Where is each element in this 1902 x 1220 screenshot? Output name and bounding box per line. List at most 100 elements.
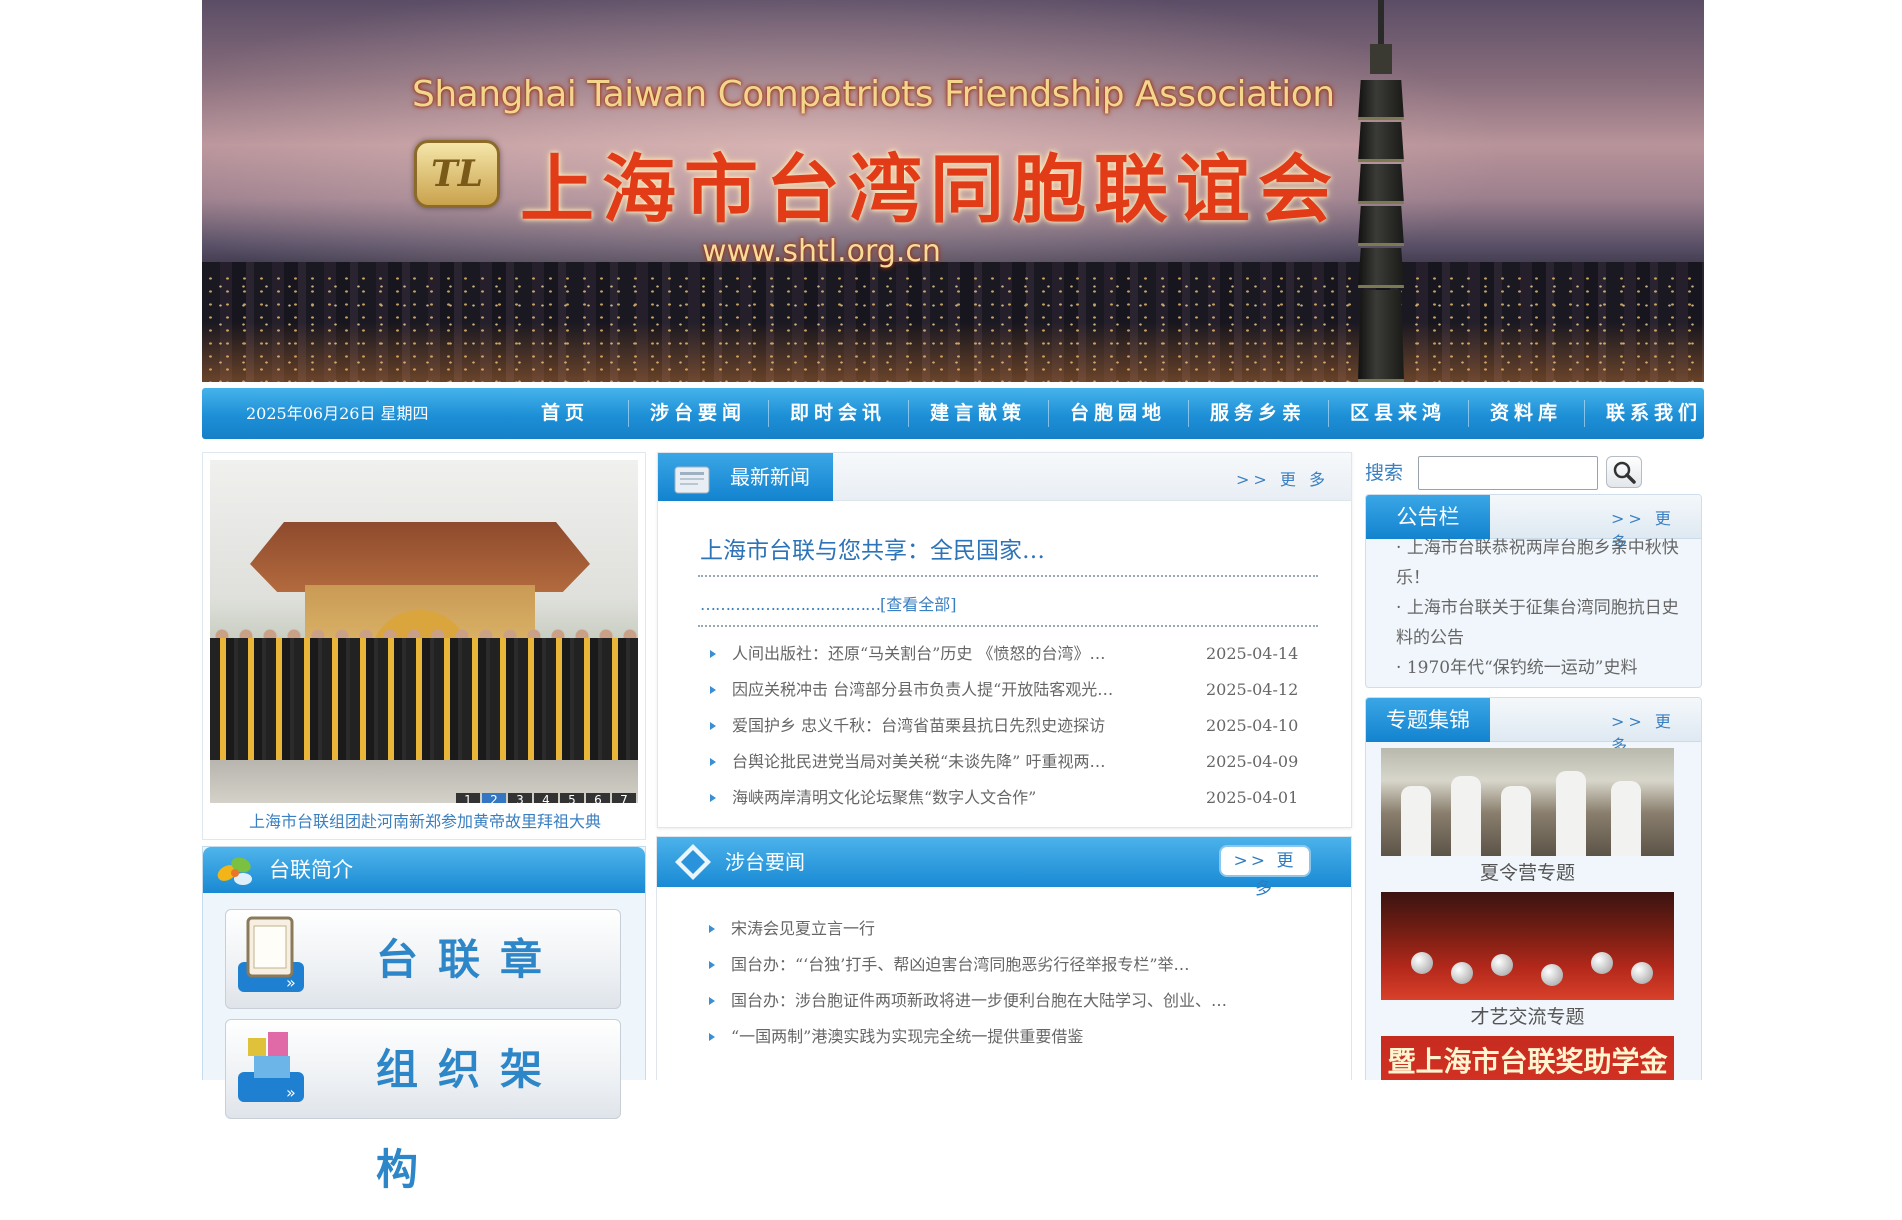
banner-city-glow [202,322,1704,382]
nav-item-services[interactable]: 服务乡亲 [1188,388,1328,439]
nav-item-contact[interactable]: 联系我们 [1584,388,1724,439]
document-icon: » [238,916,304,992]
notice-board-panel: 公告栏 >> 更 多 · 上海市台联恭祝两岸台胞乡亲中秋快乐！ · 上海市台联关… [1365,494,1702,688]
notice-item[interactable]: · 上海市台联关于征集台湾同胞抗日史料的公告 [1396,593,1688,653]
news-title[interactable]: 爱国护乡 忠义千秋：台湾省苗栗县抗日先烈史迹探访 [732,708,1182,744]
svg-text:»: » [286,973,296,992]
bullet-icon [709,925,715,933]
bullet-icon [709,997,715,1005]
banner-title-chinese: 上海市台湾同胞联谊会 [520,147,1340,233]
slide-page-button-active[interactable]: 2 [482,793,506,803]
banner-url: www.shtl.org.cn [702,234,941,269]
nav-item-home[interactable]: 首页 [502,388,628,439]
taiwan-news-title: 涉台要闻 [725,850,805,874]
bullet-icon [710,686,716,694]
list-item[interactable]: 国台办：“‘台独’打手、帮凶迫害台湾同胞恶劣行径举报专栏”举… [709,947,1309,983]
scholarship-topic-image[interactable]: 暨上海市台联奖助学金颁发 [1381,1036,1674,1080]
bullet-icon [710,722,716,730]
divider [698,625,1318,627]
topics-header: 专题集锦 >> 更 多 [1366,698,1701,755]
news-title[interactable]: 因应关税冲击 台湾部分县市负责人提“开放陆客观光… [732,672,1182,708]
main-nav: 2025年06月26日 星期四 首页 涉台要闻 即时会讯 建言献策 台胞园地 服… [202,388,1704,439]
latest-news-headline[interactable]: 上海市台联与您共享：全民国家… [700,531,1045,565]
topic-caption[interactable]: 夏令营专题 [1381,858,1674,885]
news-date: 2025-04-09 [1206,752,1299,771]
topic-caption: 暨上海市台联奖助学金颁发 [1387,1045,1668,1078]
structure-label: 组织架构 [376,1045,563,1194]
bullet-icon [709,961,715,969]
search-icon [1613,461,1636,484]
slide-caption-link[interactable]: 上海市台联组团赴河南新郑参加黄帝故里拜祖大典 [203,808,647,832]
nav-item-taiwan-news[interactable]: 涉台要闻 [628,388,768,439]
news-title[interactable]: “一国两制”港澳实践为实现完全统一提供重要借鉴 [731,1019,1311,1055]
news-title[interactable]: 国台办：“‘台独’打手、帮凶迫害台湾同胞恶劣行径举报专栏”举… [731,947,1311,983]
taipei-101-tower [1350,0,1412,382]
arts-exchange-topic-image[interactable] [1381,892,1674,1000]
slide-page-button[interactable]: 6 [586,793,610,803]
list-item[interactable]: 国台办：涉台胞证件两项新政将进一步便利台胞在大陆学习、创业、… [709,983,1309,1019]
notice-item-text[interactable]: 上海市台联关于征集台湾同胞抗日史料的公告 [1396,598,1679,648]
list-item[interactable]: 因应关税冲击 台湾部分县市负责人提“开放陆客观光… 2025-04-12 [710,672,1310,708]
summer-camp-topic-image[interactable] [1381,748,1674,856]
photo-slider: 1 2 3 4 5 6 7 上海市台联组团赴河南新郑参加黄帝故里拜祖大典 [202,452,646,840]
slide-page-button[interactable]: 5 [560,793,584,803]
news-date: 2025-04-01 [1206,788,1299,807]
latest-news-list: 人间出版社：还原“马关割台”历史 《愤怒的台湾》… 2025-04-14 因应关税… [710,636,1310,816]
topics-panel: 专题集锦 >> 更 多 夏令营专题 才艺交流专题 暨上海市台联奖助学金颁发 [1365,697,1702,1080]
slide-page-button[interactable]: 1 [456,793,480,803]
banner-title-english: Shanghai Taiwan Compatriots Friendship A… [412,74,1335,115]
news-title[interactable]: 国台办：涉台胞证件两项新政将进一步便利台胞在大陆学习、创业、… [731,983,1311,1019]
list-item[interactable]: 台舆论批民进党当局对美关税“未谈先降” 吁重视两… 2025-04-09 [710,744,1310,780]
notice-item[interactable]: · 1970年代“保钓统一运动”史料 [1396,653,1688,683]
search-label: 搜索 [1365,462,1404,484]
news-title[interactable]: 人间出版社：还原“马关割台”历史 《愤怒的台湾》… [732,636,1182,672]
list-item[interactable]: “一国两制”港澳实践为实现完全统一提供重要借鉴 [709,1019,1309,1055]
latest-news-more-link[interactable]: >> 更 多 [1236,466,1329,490]
latest-news-tab: 最新新闻 [658,453,833,501]
slide-image[interactable]: 1 2 3 4 5 6 7 [210,460,638,803]
topics-title: 专题集锦 [1366,698,1490,742]
slide-page-button[interactable]: 3 [508,793,532,803]
news-title[interactable]: 海峡两岸清明文化论坛聚焦“数字人文合作” [732,780,1182,816]
taiwan-news-more-button[interactable]: >> 更 多 [1219,845,1311,899]
slide-page-button[interactable]: 7 [612,793,636,803]
association-logo[interactable]: TL [414,140,500,208]
view-all-dots: ……………………………… [700,595,881,614]
topic-caption[interactable]: 才艺交流专题 [1381,1002,1674,1029]
list-item[interactable]: 宋涛会见夏立言一行 [709,911,1309,947]
structure-button[interactable]: » 组织架构 [225,1019,621,1194]
slide-pager: 1 2 3 4 5 6 7 [456,793,636,803]
slide-page-button[interactable]: 4 [534,793,558,803]
newspaper-icon [674,466,710,494]
bullet-icon [710,794,716,802]
search-button[interactable] [1606,456,1642,488]
diamond-icon [675,844,711,880]
intro-title: 台联简介 [269,858,353,882]
intro-header: 台联简介 [203,847,645,893]
news-date: 2025-04-12 [1206,680,1299,699]
view-all-label: [查看全部] [880,595,957,614]
flower-icon [217,857,252,885]
blocks-icon: » [238,1032,304,1102]
news-title[interactable]: 台舆论批民进党当局对美关税“未谈先降” 吁重视两… [732,744,1182,780]
nav-item-districts[interactable]: 区县来鸿 [1328,388,1468,439]
news-date: 2025-04-10 [1206,716,1299,735]
notice-item-text[interactable]: 上海市台联恭祝两岸台胞乡亲中秋快乐！ [1396,538,1679,588]
notice-item[interactable]: · 上海市台联恭祝两岸台胞乡亲中秋快乐！ [1396,533,1688,593]
list-item[interactable]: 人间出版社：还原“马关割台”历史 《愤怒的台湾》… 2025-04-14 [710,636,1310,672]
search-input[interactable] [1418,456,1598,490]
nav-item-compatriot-garden[interactable]: 台胞园地 [1048,388,1188,439]
nav-item-database[interactable]: 资料库 [1468,388,1584,439]
view-all-link[interactable]: ………………………………[查看全部] [700,591,957,615]
list-item[interactable]: 海峡两岸清明文化论坛聚焦“数字人文合作” 2025-04-01 [710,780,1310,816]
list-item[interactable]: 爱国护乡 忠义千秋：台湾省苗栗县抗日先烈史迹探访 2025-04-10 [710,708,1310,744]
charter-button[interactable]: » 台联章程 [225,909,621,1084]
svg-text:»: » [286,1083,296,1102]
nav-item-suggestions[interactable]: 建言献策 [908,388,1048,439]
latest-news-title: 最新新闻 [730,465,810,489]
notice-item-text[interactable]: 1970年代“保钓统一运动”史料 [1407,658,1638,678]
intro-panel: 台联简介 » 台联章程 » 组织架构 [202,846,646,1194]
nav-item-meeting-news[interactable]: 即时会讯 [768,388,908,439]
news-title[interactable]: 宋涛会见夏立言一行 [731,911,1311,947]
news-date: 2025-04-14 [1206,644,1299,663]
